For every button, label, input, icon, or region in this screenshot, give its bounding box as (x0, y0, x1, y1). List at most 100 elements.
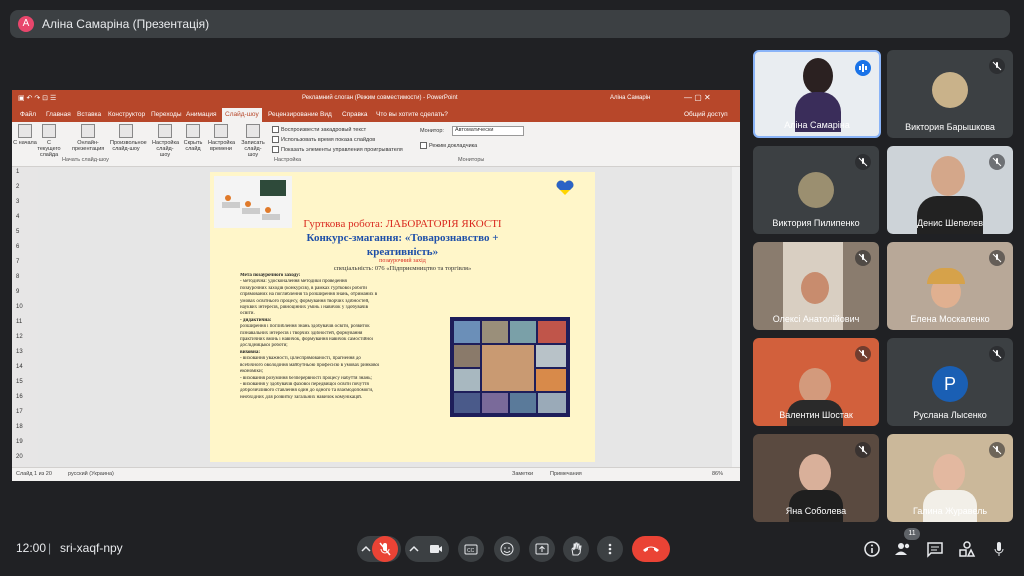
slide-number[interactable]: 18 (16, 424, 23, 430)
slide-subtitle: позаурочний захід (379, 258, 426, 264)
participant-tile[interactable]: Олексі Анатолійович (753, 242, 879, 330)
participant-tile[interactable]: Денис Шепелев (887, 146, 1013, 234)
participant-tile[interactable]: Р Руслана Лысенко (887, 338, 1013, 426)
slide-number[interactable]: 17 (16, 409, 23, 415)
participant-tile[interactable]: Яна Соболева (753, 434, 879, 522)
slide-number[interactable]: 10 (16, 304, 23, 310)
mic-settings-icon (994, 542, 1004, 556)
slide-number[interactable]: 14 (16, 364, 23, 370)
tab-slideshow[interactable]: Слайд-шоу (222, 108, 262, 122)
language-status[interactable]: русский (Украина) (68, 471, 114, 477)
separator: | (48, 541, 52, 555)
record-show-button[interactable]: Записать слайд-шоу (240, 124, 266, 158)
slide-number[interactable]: 11 (16, 319, 22, 325)
timer-icon (214, 124, 228, 138)
tab-insert[interactable]: Вставка (77, 111, 101, 118)
comments-button[interactable]: Примечания (550, 471, 582, 477)
narration-checkbox[interactable]: Воспроизвести закадровый текст (272, 126, 366, 133)
host-controls-button[interactable] (990, 540, 1008, 558)
present-button[interactable] (529, 536, 555, 562)
people-count-badge: 11 (904, 528, 920, 540)
people-icon (895, 543, 910, 555)
slide-editor[interactable]: Гуртковa робота: ЛАБОРАТОРІЯ ЯКОСТІ Конк… (38, 167, 732, 467)
tab-transitions[interactable]: Переходы (151, 111, 182, 118)
reactions-button[interactable] (494, 536, 520, 562)
tab-help[interactable]: Справка (342, 111, 368, 118)
chat-icon (927, 542, 943, 558)
slide-number[interactable]: 19 (16, 439, 23, 445)
slide-number[interactable]: 7 (16, 259, 19, 265)
play-icon (18, 124, 32, 138)
camera-options-button[interactable] (405, 536, 449, 562)
mic-toggle-button[interactable] (372, 536, 398, 562)
participant-tile[interactable]: Аліна Самаріна (753, 50, 881, 138)
chevron-up-icon (361, 545, 371, 552)
quick-access-icons[interactable]: ▣ ↶ ↷ ⊡ ☰ (18, 94, 56, 102)
participant-name: Аліна Самаріна (784, 120, 850, 130)
slide-number[interactable]: 12 (16, 334, 23, 340)
zoom-level[interactable]: 86% (712, 471, 723, 477)
tab-animations[interactable]: Анимация (186, 111, 217, 118)
ribbon: С начала С текущего слайда Онлайн-презен… (12, 122, 740, 167)
share-button[interactable]: Общий доступ (684, 111, 728, 118)
participant-tile[interactable]: Виктория Барышкова (887, 50, 1013, 138)
captions-button[interactable]: CC (458, 536, 484, 562)
more-options-button[interactable] (597, 536, 623, 562)
participant-tile[interactable]: Галина Журавель (887, 434, 1013, 522)
mic-off-icon (989, 346, 1005, 362)
from-beginning-button[interactable]: С начала (12, 124, 38, 146)
slide-thumbnail-pane[interactable]: 1 2 3 4 5 6 7 8 9 10 11 12 13 14 15 16 1… (12, 167, 38, 467)
chat-button[interactable] (926, 540, 944, 558)
info-button[interactable] (863, 540, 881, 558)
slide-number[interactable]: 3 (16, 199, 19, 205)
slide-number[interactable]: 6 (16, 244, 19, 250)
present-icon (535, 543, 549, 555)
presenter-view-checkbox[interactable]: Режим докладчика (420, 142, 477, 149)
participant-tile[interactable]: Виктория Пилипенко (753, 146, 879, 234)
from-current-button[interactable]: С текущего слайда (36, 124, 62, 158)
tab-review[interactable]: Рецензирование (268, 111, 318, 118)
shared-screen: ▣ ↶ ↷ ⊡ ☰ Рекламний слоган (Режим совмес… (12, 90, 740, 481)
slide-number[interactable]: 15 (16, 379, 23, 385)
record-icon (246, 124, 260, 138)
slide-number[interactable]: 2 (16, 184, 19, 190)
setup-show-button[interactable]: Настройка слайд-шоу (152, 124, 179, 158)
globe-icon (81, 124, 95, 138)
window-controls[interactable]: — ▢ ✕ (684, 93, 711, 102)
vertical-scrollbar[interactable] (732, 167, 740, 467)
tell-me-search[interactable]: Что вы хотите сделать? (376, 111, 448, 118)
slide-number[interactable]: 20 (16, 454, 23, 460)
phone-hangup-icon (643, 546, 659, 552)
participant-name: Елена Москаленко (910, 314, 990, 324)
tab-file[interactable]: Файл (20, 111, 36, 118)
slide-number[interactable]: 8 (16, 274, 19, 280)
monitor-select[interactable]: Автоматически (452, 126, 524, 136)
timings-checkbox[interactable]: Использовать время показа слайдов (272, 136, 375, 143)
slide-number[interactable]: 9 (16, 289, 19, 295)
media-controls-checkbox[interactable]: Показать элементы управления проигрывате… (272, 146, 403, 153)
info-icon (864, 541, 880, 557)
slide-number[interactable]: 5 (16, 229, 19, 235)
hide-slide-button[interactable]: Скрыть слайд (180, 124, 206, 152)
slide-number[interactable]: 1 (16, 169, 19, 175)
tab-home[interactable]: Главная (46, 111, 71, 118)
slide-number[interactable]: 16 (16, 394, 23, 400)
participant-tile[interactable]: Елена Москаленко (887, 242, 1013, 330)
online-present-button[interactable]: Онлайн-презентация (72, 124, 104, 152)
participant-tile[interactable]: Валентин Шостак (753, 338, 879, 426)
raise-hand-button[interactable] (563, 536, 589, 562)
tab-design[interactable]: Конструктор (108, 111, 145, 118)
people-button[interactable] (894, 540, 912, 558)
custom-show-button[interactable]: Произвольное слайд-шоу (110, 124, 147, 152)
slide-number[interactable]: 4 (16, 214, 19, 220)
camera-icon (430, 545, 442, 553)
rehearse-timings-button[interactable]: Настройка времени (208, 124, 235, 152)
tab-view[interactable]: Вид (320, 111, 332, 118)
current-slide[interactable]: Гуртковa робота: ЛАБОРАТОРІЯ ЯКОСТІ Конк… (210, 172, 595, 462)
notes-button[interactable]: Заметки (512, 471, 533, 477)
participant-name: Виктория Пилипенко (772, 218, 860, 228)
end-call-button[interactable] (632, 536, 670, 562)
mic-off-icon (989, 58, 1005, 74)
activities-button[interactable] (958, 540, 976, 558)
slide-number[interactable]: 13 (16, 349, 23, 355)
